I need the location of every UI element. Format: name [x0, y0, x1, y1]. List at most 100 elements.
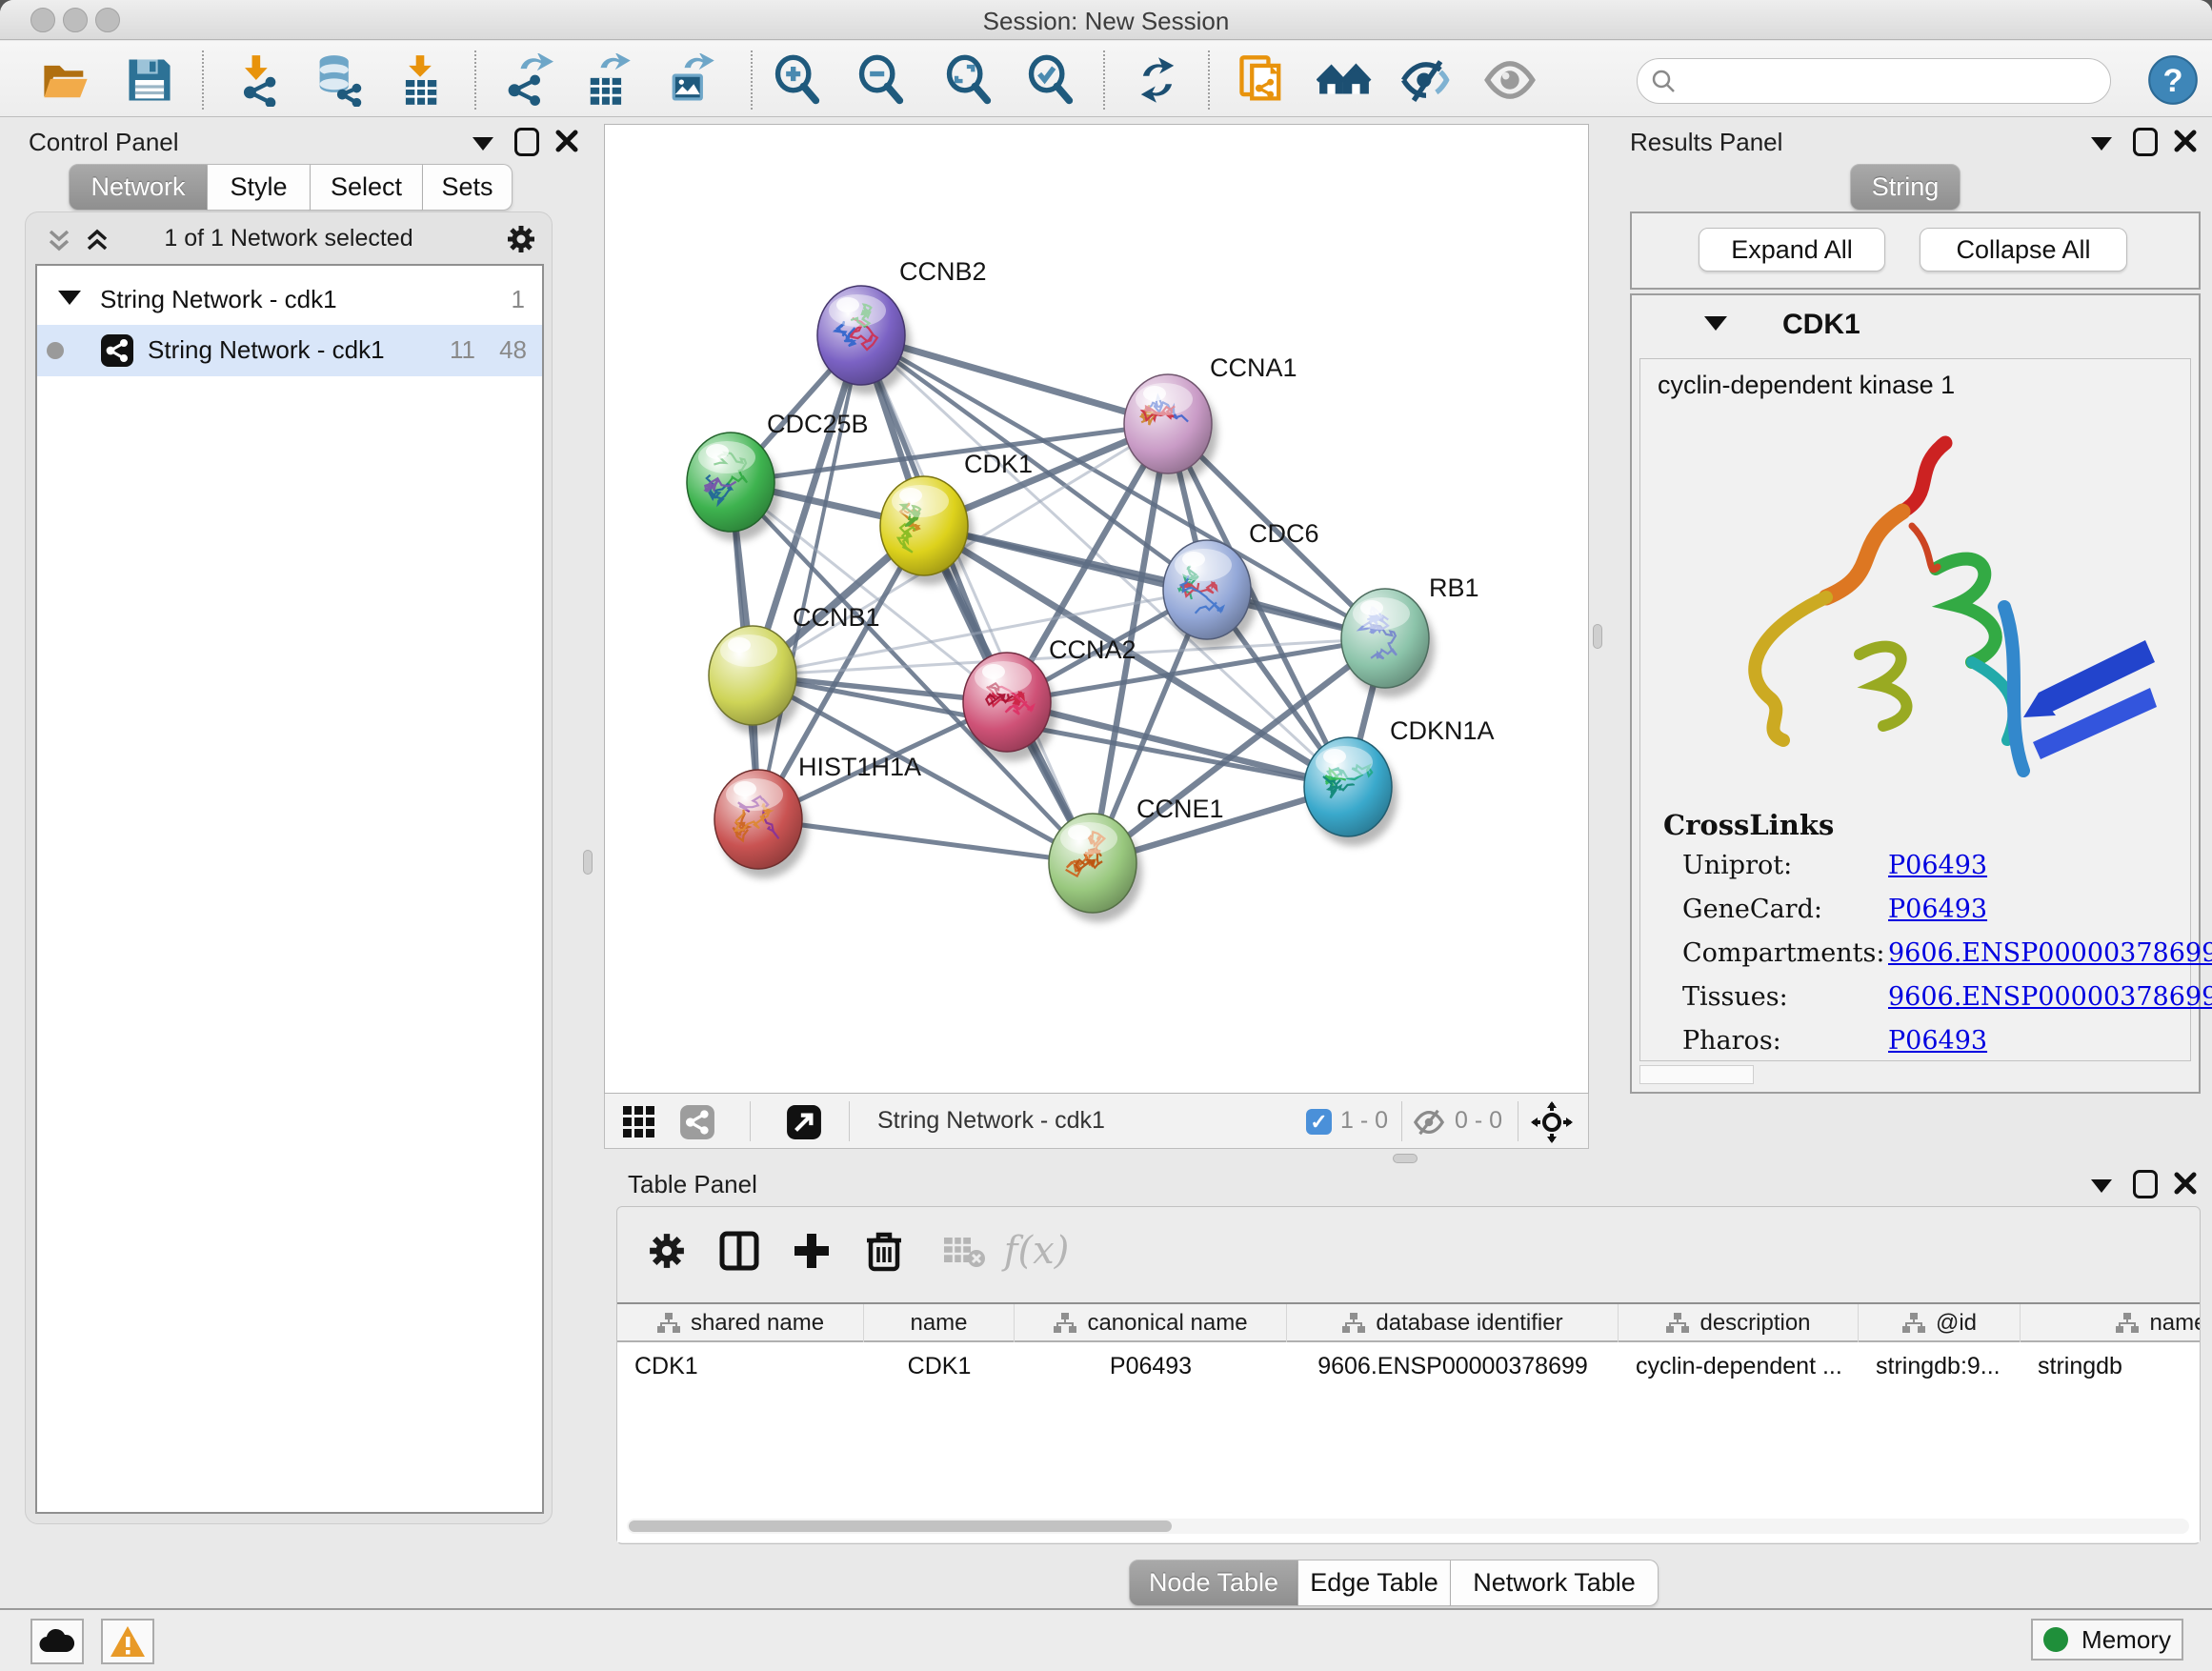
hidden-count: 0 - 0	[1455, 1107, 1502, 1135]
grid-view-icon[interactable]	[622, 1105, 656, 1137]
warnings-button[interactable]	[101, 1619, 154, 1664]
tab-select[interactable]: Select	[311, 164, 423, 211]
column-header--id[interactable]: @id	[1859, 1304, 2021, 1342]
network-collection-row[interactable]: String Network - cdk1 1	[37, 277, 542, 325]
network-list-container: 1 of 1 Network selected String Network -…	[25, 211, 553, 1524]
export-image-button[interactable]	[663, 52, 718, 108]
network-view-title: String Network - cdk1	[877, 1107, 1105, 1135]
panel-close-icon[interactable]	[2173, 129, 2198, 153]
zoom-fit-button[interactable]	[941, 52, 996, 108]
crosslink-link[interactable]: P06493	[1888, 851, 1987, 880]
network-view-icon[interactable]	[679, 1104, 715, 1140]
vertical-splitter-handle[interactable]	[1593, 624, 1602, 649]
horizontal-splitter-handle[interactable]	[1393, 1154, 1418, 1163]
string-network-icon	[100, 333, 134, 368]
column-header-name[interactable]: name	[864, 1304, 1015, 1342]
panel-collapse-icon[interactable]	[2091, 137, 2112, 151]
table-cell[interactable]: 9606.ENSP00000378699	[1287, 1344, 1619, 1388]
table-settings-button[interactable]	[636, 1220, 697, 1281]
crosslink-link[interactable]: 9606.ENSP00000378699	[1888, 938, 2212, 968]
tab-style[interactable]: Style	[208, 164, 311, 211]
panel-close-icon[interactable]	[554, 129, 579, 153]
table-cell[interactable]: CDK1	[864, 1344, 1015, 1388]
table-cell[interactable]: stringdb	[2021, 1344, 2200, 1388]
table-horizontal-scrollbar[interactable]	[627, 1519, 2189, 1534]
zoom-fit-icon	[942, 53, 995, 107]
memory-label: Memory	[2081, 1625, 2171, 1655]
network-canvas[interactable]: CCNB2CCNA1CDC25BCDK1CDC6RB1CCNB1CCNA2CDK…	[604, 124, 1589, 1094]
memory-button[interactable]: Memory	[2031, 1619, 2183, 1661]
network-row-selected[interactable]: String Network - cdk1 11 48	[37, 325, 542, 376]
refresh-layout-button[interactable]	[1130, 52, 1185, 108]
tab-network[interactable]: Network	[69, 164, 208, 211]
crosslink-link[interactable]: P06493	[1888, 1026, 1987, 1056]
show-hide-graphics-button[interactable]	[1398, 52, 1454, 108]
add-column-button[interactable]	[781, 1220, 842, 1281]
gene-collapse-icon[interactable]	[1704, 316, 1727, 331]
birds-eye-home-button[interactable]	[1317, 52, 1372, 108]
panel-float-icon[interactable]	[514, 128, 539, 156]
column-header-label: canonical name	[1087, 1310, 1247, 1337]
network-graph[interactable]: CCNB2CCNA1CDC25BCDK1CDC6RB1CCNB1CCNA2CDK…	[605, 125, 1588, 1093]
gear-icon[interactable]	[504, 222, 538, 256]
panel-collapse-icon[interactable]	[2091, 1179, 2112, 1193]
table-toolbar: f(x)	[636, 1220, 1589, 1287]
zoom-in-button[interactable]	[770, 52, 825, 108]
tab-sets[interactable]: Sets	[423, 164, 513, 211]
reposition-crosshair-icon[interactable]	[1531, 1101, 1573, 1143]
copy-style-button[interactable]	[1235, 52, 1290, 108]
table-cell[interactable]: cyclin-dependent ...	[1619, 1344, 1859, 1388]
tab-string[interactable]: String	[1850, 164, 1961, 211]
zoom-selected-button[interactable]	[1023, 52, 1078, 108]
zoom-out-button[interactable]	[854, 52, 909, 108]
control-panel-tabs: Network Style Select Sets	[69, 164, 513, 211]
node-CCNE1	[1049, 814, 1142, 922]
column-header-shared-name[interactable]: shared name	[617, 1304, 864, 1342]
tree-expander-icon[interactable]	[58, 291, 81, 305]
attribute-table[interactable]: shared namename canonical name database id…	[617, 1302, 2200, 1542]
open-session-button[interactable]	[38, 52, 93, 108]
tab-network-table[interactable]: Network Table	[1451, 1560, 1659, 1606]
tab-edge-table[interactable]: Edge Table	[1298, 1560, 1451, 1606]
import-network-file-button[interactable]	[231, 52, 286, 108]
panel-float-icon[interactable]	[2133, 1170, 2158, 1198]
export-table-button[interactable]	[579, 52, 634, 108]
tab-node-table[interactable]: Node Table	[1129, 1560, 1298, 1606]
birds-eye-toggle-icon[interactable]	[786, 1104, 822, 1140]
delete-column-button[interactable]	[854, 1220, 915, 1281]
export-network-button[interactable]	[499, 52, 554, 108]
table-row[interactable]: CDK1CDK1P064939606.ENSP00000378699cyclin…	[617, 1344, 2200, 1388]
panel-close-icon[interactable]	[2173, 1171, 2198, 1196]
table-cell[interactable]: stringdb:9...	[1859, 1344, 2021, 1388]
node-label-CCNA1: CCNA1	[1210, 353, 1297, 382]
import-network-database-button[interactable]	[311, 52, 366, 108]
column-header-canonical-name[interactable]: canonical name	[1015, 1304, 1287, 1342]
vertical-splitter-handle[interactable]	[583, 850, 593, 875]
import-table-icon	[393, 53, 447, 107]
search-input[interactable]	[1637, 58, 2111, 104]
cloud-status-button[interactable]	[30, 1619, 84, 1664]
results-scroll-strip[interactable]	[1639, 1065, 1754, 1084]
column-header-namespace[interactable]: namespace	[2021, 1304, 2200, 1342]
collapse-all-button[interactable]: Collapse All	[1920, 228, 2127, 272]
show-columns-button[interactable]	[709, 1220, 770, 1281]
import-table-file-button[interactable]	[392, 52, 448, 108]
column-header-description[interactable]: description	[1619, 1304, 1859, 1342]
preview-eye-button[interactable]	[1482, 52, 1538, 108]
save-session-button[interactable]	[122, 52, 177, 108]
scrollbar-thumb[interactable]	[629, 1520, 1172, 1532]
selected-checkbox[interactable]: ✓	[1306, 1109, 1332, 1135]
crosslink-link[interactable]: 9606.ENSP00000378699	[1888, 982, 2212, 1012]
gene-header[interactable]: CDK1	[1632, 295, 2199, 354]
panel-collapse-icon[interactable]	[473, 137, 493, 151]
collection-count: 1	[512, 285, 525, 314]
expand-all-button[interactable]: Expand All	[1699, 228, 1885, 272]
help-button[interactable]: ?	[2145, 52, 2201, 108]
hidden-eye-icon[interactable]	[1413, 1108, 1445, 1137]
crosslink-link[interactable]: P06493	[1888, 895, 1987, 924]
column-header-database-identifier[interactable]: database identifier	[1287, 1304, 1619, 1342]
table-cell[interactable]: P06493	[1015, 1344, 1287, 1388]
node-label-CDC6: CDC6	[1249, 519, 1319, 548]
table-cell[interactable]: CDK1	[617, 1344, 864, 1388]
panel-float-icon[interactable]	[2133, 128, 2158, 156]
